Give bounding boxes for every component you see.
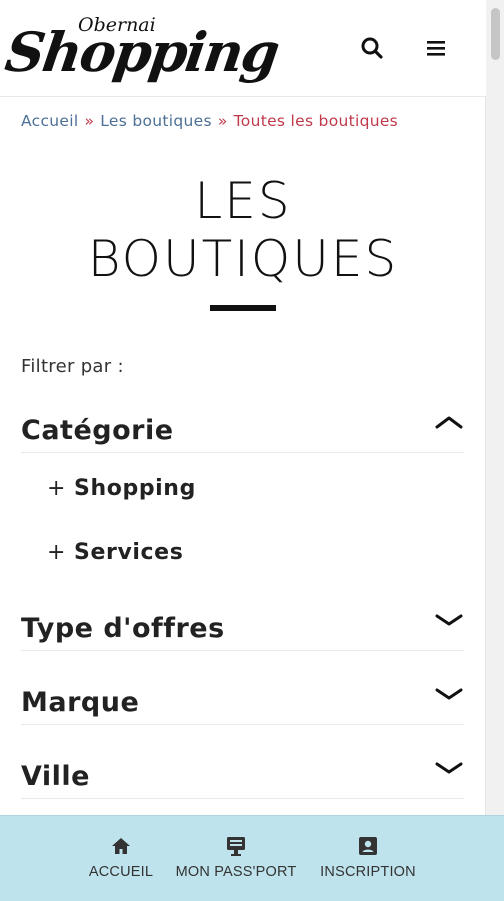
search-button[interactable]	[358, 34, 386, 62]
contact-card-icon	[359, 837, 377, 855]
filter-section-marque[interactable]: Marque	[21, 670, 464, 725]
chevron-up-icon	[435, 416, 463, 429]
filter-section-label: Ville	[21, 761, 90, 792]
nav-mon-passport[interactable]: MON PASS'PORT	[172, 830, 300, 890]
bottom-navigation: ACCUEIL MON PASS'PORT INSCRIPTION	[0, 815, 504, 901]
filter-section-type-offres[interactable]: Type d'offres	[21, 596, 464, 651]
filter-section-categorie[interactable]: Catégorie	[21, 398, 464, 453]
nav-inscription-label: INSCRIPTION	[320, 864, 416, 880]
pass-card-icon	[227, 837, 245, 856]
filter-section-label: Type d'offres	[21, 613, 225, 644]
breadcrumb-home-link[interactable]: Accueil	[21, 112, 78, 130]
filter-option-label: Services	[74, 540, 184, 565]
title-underline	[210, 305, 276, 311]
search-icon	[361, 37, 383, 59]
home-icon	[112, 838, 130, 854]
chevron-down-icon	[435, 614, 463, 626]
nav-accueil-label: ACCUEIL	[88, 864, 154, 880]
page-title-line2: BOUTIQUES	[87, 230, 399, 288]
breadcrumb: Accueil » Les boutiques » Toutes les boutiqu…	[21, 112, 398, 130]
filter-option-label: Shopping	[74, 476, 196, 501]
scrollbar-thumb[interactable]	[491, 8, 500, 60]
filter-option-shopping[interactable]: + Shopping	[47, 476, 196, 501]
nav-mon-passport-label: MON PASS'PORT	[175, 864, 297, 880]
filter-section-ville[interactable]: Ville	[21, 744, 464, 799]
page-title: LES BOUTIQUES	[0, 172, 486, 288]
page-title-line1: LES	[194, 172, 292, 230]
filter-option-services[interactable]: + Services	[47, 540, 183, 565]
breadcrumb-separator: »	[84, 112, 95, 130]
scrollbar[interactable]	[485, 0, 504, 815]
site-header: Obernai Shopping	[0, 0, 486, 97]
nav-accueil[interactable]: ACCUEIL	[86, 830, 156, 890]
chevron-down-icon	[435, 762, 463, 774]
plus-icon: +	[47, 540, 67, 565]
logo-big-text: Shopping	[1, 20, 282, 84]
breadcrumb-boutiques-link[interactable]: Les boutiques	[100, 112, 212, 130]
hamburger-icon	[427, 41, 445, 56]
breadcrumb-separator: »	[217, 112, 228, 130]
plus-icon: +	[47, 476, 67, 501]
menu-button[interactable]	[422, 34, 450, 62]
chevron-down-icon	[435, 688, 463, 700]
filter-section-label: Marque	[21, 687, 140, 718]
site-logo[interactable]: Obernai Shopping	[2, 8, 282, 90]
breadcrumb-current: Toutes les boutiques	[233, 112, 399, 130]
filter-section-label: Catégorie	[21, 415, 174, 446]
nav-inscription[interactable]: INSCRIPTION	[316, 830, 420, 890]
filter-label: Filtrer par :	[21, 356, 124, 377]
